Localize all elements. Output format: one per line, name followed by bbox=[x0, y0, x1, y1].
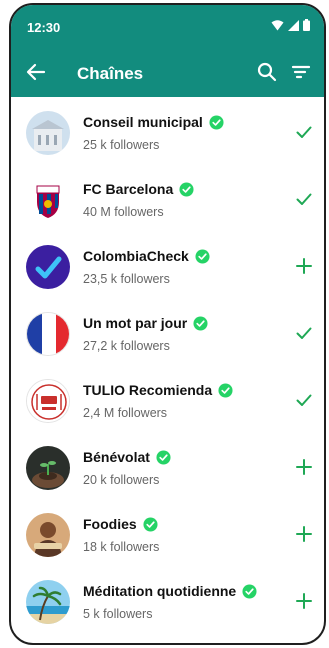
channel-name: Méditation quotidienne bbox=[83, 583, 237, 599]
verified-badge-icon bbox=[156, 449, 171, 465]
avatar bbox=[26, 379, 70, 423]
search-icon[interactable] bbox=[254, 59, 280, 85]
list-item[interactable]: Méditation quotidienne 5 k followers bbox=[11, 571, 324, 633]
wifi-icon bbox=[271, 19, 284, 30]
plus-icon[interactable] bbox=[294, 524, 314, 544]
avatar bbox=[26, 446, 70, 490]
status-icons bbox=[271, 19, 310, 31]
list-item[interactable]: Conseil municipal 25 k followers bbox=[11, 102, 324, 164]
status-bar: 12:30 bbox=[11, 5, 324, 43]
avatar bbox=[26, 580, 70, 624]
plus-icon[interactable] bbox=[294, 591, 314, 611]
verified-badge-icon bbox=[193, 315, 208, 331]
app-header: 12:30 Chaînes bbox=[11, 5, 324, 97]
list-item[interactable]: ColombiaCheck 23,5 k followers bbox=[11, 236, 324, 298]
page-title: Chaînes bbox=[77, 64, 144, 83]
follower-count: 27,2 k followers bbox=[83, 339, 170, 353]
avatar bbox=[26, 245, 70, 289]
verified-badge-icon bbox=[143, 516, 158, 532]
check-icon[interactable] bbox=[294, 189, 314, 209]
signal-icon bbox=[288, 19, 299, 31]
check-icon[interactable] bbox=[294, 122, 314, 142]
avatar bbox=[26, 312, 70, 356]
back-arrow-icon[interactable] bbox=[23, 59, 49, 85]
list-item[interactable]: Un mot par jour 27,2 k followers bbox=[11, 303, 324, 365]
verified-badge-icon bbox=[179, 181, 194, 197]
town-hall-image bbox=[26, 111, 70, 155]
phone-frame: 12:30 Chaînes Conseil municipal 25 k fol… bbox=[9, 3, 326, 645]
avatar bbox=[26, 111, 70, 155]
verified-badge-icon bbox=[195, 248, 210, 264]
channel-name: ColombiaCheck bbox=[83, 248, 189, 264]
toolbar: Chaînes bbox=[11, 55, 324, 91]
person-food-image bbox=[26, 513, 70, 557]
plus-icon[interactable] bbox=[294, 256, 314, 276]
check-logo-image bbox=[26, 245, 70, 289]
french-flag-image bbox=[27, 313, 69, 355]
fcb-crest-image bbox=[26, 178, 70, 222]
beach-palm-image bbox=[26, 580, 70, 624]
list-item[interactable]: Bénévolat 20 k followers bbox=[11, 437, 324, 499]
check-icon[interactable] bbox=[294, 390, 314, 410]
avatar bbox=[26, 178, 70, 222]
tulio-logo-image bbox=[27, 380, 69, 422]
check-icon[interactable] bbox=[294, 323, 314, 343]
plus-icon[interactable] bbox=[294, 457, 314, 477]
hands-plant-image bbox=[26, 446, 70, 490]
filter-icon[interactable] bbox=[288, 59, 314, 85]
list-item[interactable]: FC Barcelona 40 M followers bbox=[11, 169, 324, 231]
avatar bbox=[26, 513, 70, 557]
verified-badge-icon bbox=[242, 583, 257, 599]
list-item[interactable]: TULIO Recomienda 2,4 M followers bbox=[11, 370, 324, 432]
follower-count: 5 k followers bbox=[83, 607, 153, 621]
follower-count: 40 M followers bbox=[83, 205, 164, 219]
follower-count: 18 k followers bbox=[83, 540, 160, 554]
follower-count: 25 k followers bbox=[83, 138, 160, 152]
channel-name: Un mot par jour bbox=[83, 315, 188, 331]
channel-name: Bénévolat bbox=[83, 449, 150, 465]
list-item[interactable]: Foodies 18 k followers bbox=[11, 504, 324, 566]
follower-count: 20 k followers bbox=[83, 473, 160, 487]
channel-name: TULIO Recomienda bbox=[83, 382, 213, 398]
follower-count: 2,4 M followers bbox=[83, 406, 168, 420]
follower-count: 23,5 k followers bbox=[83, 272, 170, 286]
verified-badge-icon bbox=[218, 382, 233, 398]
status-time: 12:30 bbox=[27, 20, 61, 35]
verified-badge-icon bbox=[209, 114, 224, 130]
channel-name: Conseil municipal bbox=[83, 114, 203, 130]
battery-icon bbox=[303, 19, 310, 31]
channel-name: FC Barcelona bbox=[83, 181, 174, 197]
channel-name: Foodies bbox=[83, 516, 137, 532]
